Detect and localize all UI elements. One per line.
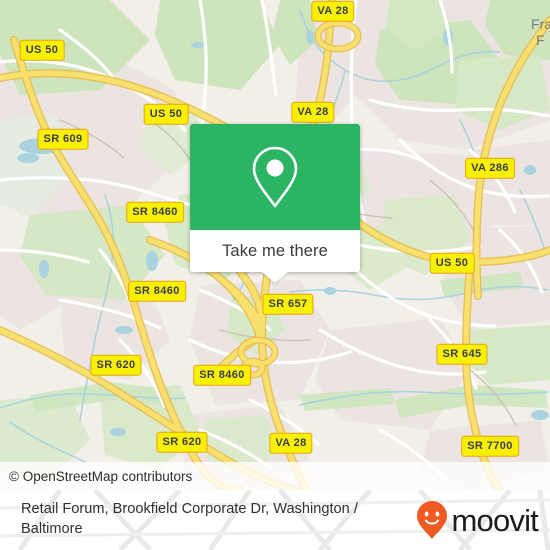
road-shield: SR 657 xyxy=(262,293,314,315)
road-shield: VA 28 xyxy=(291,101,335,123)
take-me-there-label: Take me there xyxy=(222,241,328,260)
moovit-map-screenshot: US 50 US 50 SR 609 VA 28 VA 28 VA 286 SR 8460 U… xyxy=(0,0,550,550)
osm-attribution-text: © OpenStreetMap contributors xyxy=(9,468,193,484)
moovit-smiley-pin-icon xyxy=(417,501,448,539)
road-shield: SR 620 xyxy=(90,354,142,376)
road-shield: US 50 xyxy=(143,103,189,125)
map-pin-icon xyxy=(252,146,298,208)
moovit-wordmark: moovit xyxy=(451,502,538,538)
road-shield: SR 8460 xyxy=(193,364,251,386)
map-canvas[interactable]: US 50 US 50 SR 609 VA 28 VA 28 VA 286 SR 8460 U… xyxy=(0,0,550,490)
callout-action-bar[interactable]: Take me there xyxy=(190,230,360,283)
place-label: F xyxy=(536,32,545,48)
destination-callout-card[interactable]: Take me there xyxy=(190,124,360,283)
road-shield: SR 620 xyxy=(156,431,208,453)
callout-pin-area xyxy=(190,124,360,230)
footer-bar: Retail Forum, Brookfield Corporate Dr, W… xyxy=(0,490,550,550)
road-shield: US 50 xyxy=(19,39,65,61)
road-shield: SR 645 xyxy=(436,343,488,365)
road-shield: US 50 xyxy=(429,252,475,274)
road-shield: VA 28 xyxy=(269,432,313,454)
road-shield: SR 7700 xyxy=(461,435,519,457)
moovit-logo[interactable]: moovit xyxy=(415,500,550,540)
road-shield: VA 286 xyxy=(465,157,515,179)
osm-attribution-bar: © OpenStreetMap contributors xyxy=(0,462,550,490)
road-shield: SR 8460 xyxy=(128,280,186,302)
road-shield: SR 609 xyxy=(37,128,89,150)
road-shield: SR 8460 xyxy=(126,201,184,223)
place-label: Fra xyxy=(531,16,550,32)
callout-pointer-tail xyxy=(262,272,288,283)
road-shield: VA 28 xyxy=(311,0,355,22)
page-title: Retail Forum, Brookfield Corporate Dr, W… xyxy=(21,501,358,537)
